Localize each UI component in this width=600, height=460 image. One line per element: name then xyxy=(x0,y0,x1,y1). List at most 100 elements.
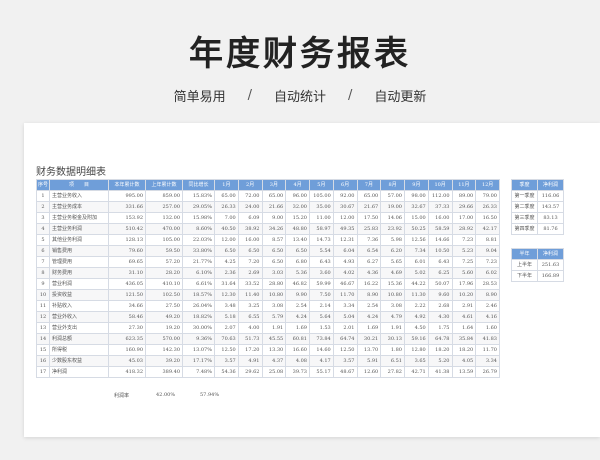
table-cell: 4.50 xyxy=(404,322,429,334)
table-cell: 6.54 xyxy=(356,245,382,257)
table-cell: 65.00 xyxy=(356,190,382,202)
table-cell: 436.05 xyxy=(108,278,146,290)
table-row: 8 财务费用 31.10 28.20 6.10% 2.36 2.69 3.03 5.36 3.60… xyxy=(36,267,500,279)
table-cell: 27.50 xyxy=(145,300,183,312)
table-cell: 5.23 xyxy=(451,245,477,257)
table-cell: 5.54 xyxy=(309,245,334,257)
table-header-row: 序号项 目本年累计数 上年累计数 同比增长 1月 2月 3月 4月 5月 6月 7月 8月 9月 10月… xyxy=(36,179,500,191)
table-cell: 6.01 xyxy=(404,256,429,268)
table-cell: 9.90 xyxy=(285,289,310,301)
table-cell: 96.00 xyxy=(285,190,310,202)
table-cell: 12 xyxy=(36,311,50,323)
table-cell: 4.08 xyxy=(285,355,310,367)
table-cell: 59.16 xyxy=(404,333,429,345)
table-cell: 12.50 xyxy=(214,344,239,356)
table-cell: 59.99 xyxy=(309,278,334,290)
table-cell: 13.30 xyxy=(261,344,287,356)
table-cell: 51.73 xyxy=(237,333,263,345)
column-header: 12月 xyxy=(475,179,500,191)
column-header: 上年累计数 xyxy=(145,179,183,191)
sheet-title: 财务数据明细表 xyxy=(36,167,106,178)
table-cell: 30.00% xyxy=(182,322,215,334)
table-cell: 16 xyxy=(36,355,50,367)
table-cell: 30.67 xyxy=(332,201,358,213)
table-cell: 2.46 xyxy=(475,300,500,312)
table-cell: 57.00 xyxy=(380,190,405,202)
table-cell: 利润总额 xyxy=(49,333,109,345)
table-cell: 4.91 xyxy=(237,355,263,367)
table-cell: 49.20 xyxy=(145,311,183,323)
table-cell: 16.00 xyxy=(237,234,263,246)
table-cell: 9.36% xyxy=(182,333,215,345)
table-cell: 14.06 xyxy=(380,212,405,224)
table-cell: 6.09 xyxy=(237,212,263,224)
table-cell: 166.89 xyxy=(537,270,564,282)
column-header: 8月 xyxy=(380,179,405,191)
table-cell: 2.01 xyxy=(332,322,358,334)
table-row: 11 补贴收入 34.66 27.50 26.04% 3.48 3.25 3.08 2.54 2.… xyxy=(36,300,500,312)
table-cell: 第二季度 xyxy=(511,201,538,213)
table-cell: 营业外支出 xyxy=(49,322,109,334)
table-cell: 3.25 xyxy=(237,300,263,312)
table-cell: 2.69 xyxy=(237,267,263,279)
profit-margin-row: 利润率 42.00% 57.94% xyxy=(36,392,499,402)
page-title: 年度财务报表 xyxy=(189,34,411,74)
table-cell: 3.57 xyxy=(214,355,239,367)
half-year-profit-table: 半年 净利润 上半年 251.63 下半年 166.89 xyxy=(511,248,564,282)
table-cell: 6.61% xyxy=(182,278,215,290)
table-cell: 9.60 xyxy=(427,289,453,301)
table-cell: 8.60% xyxy=(182,223,215,235)
table-row: 1 主营业务收入 995.00 859.00 15.83% 65.00 72.00 65.00… xyxy=(36,190,500,202)
table-cell: 15.98% xyxy=(182,212,215,224)
table-cell: 17.17% xyxy=(182,355,215,367)
table-cell: 9.00 xyxy=(261,212,287,224)
table-cell: 6.43 xyxy=(309,256,334,268)
table-cell: 11.30 xyxy=(404,289,429,301)
table-cell: 32.00 xyxy=(285,201,310,213)
table-cell: 上半年 xyxy=(511,259,538,271)
table-cell: 7 xyxy=(36,256,50,268)
table-cell: 4.24 xyxy=(285,311,310,323)
table-cell: 38.92 xyxy=(237,223,263,235)
table-cell: 13.59 xyxy=(451,366,477,378)
table-cell: 42.71 xyxy=(404,366,429,378)
table-cell: 7.25 xyxy=(451,256,477,268)
table-cell: 其他业务利润 xyxy=(49,234,109,246)
table-cell: 4.69 xyxy=(380,267,405,279)
table-cell: 1.64 xyxy=(451,322,477,334)
table-cell: 65.00 xyxy=(261,190,287,202)
table-cell: 58.59 xyxy=(427,223,453,235)
table-cell: 6.50 xyxy=(214,245,239,257)
table-cell: 少数股东权益 xyxy=(49,355,109,367)
column-header: 6月 xyxy=(332,179,358,191)
table-cell: 5.64 xyxy=(309,311,334,323)
table-cell: 13.40 xyxy=(285,234,310,246)
table-cell: 6.20 xyxy=(380,245,405,257)
table-cell: 4.05 xyxy=(451,355,477,367)
table-cell: 69.65 xyxy=(108,256,146,268)
table-cell: 60.81 xyxy=(285,333,310,345)
table-cell: 12.00 xyxy=(332,212,358,224)
column-header: 序号 xyxy=(36,179,50,191)
table-cell: 17.96 xyxy=(451,278,477,290)
table-cell: 5.91 xyxy=(356,355,382,367)
table-cell: 1.91 xyxy=(380,322,405,334)
spreadsheet-preview: 财务数据明细表 序号项 目本年累计数 上年累计数 同比增长 1月 2月 3月 4月 5月 6月 7… xyxy=(24,123,600,437)
table-cell: 6.10% xyxy=(182,267,215,279)
table-cell: 28.92 xyxy=(451,223,477,235)
table-cell: 8.90 xyxy=(475,289,500,301)
table-cell: 1.53 xyxy=(309,322,334,334)
table-cell: 8.57 xyxy=(261,234,287,246)
profit-margin-current: 42.00% xyxy=(156,392,176,398)
table-row: 第四季度 81.76 xyxy=(511,223,564,235)
table-cell: 37.33 xyxy=(427,201,453,213)
table-cell: 46.82 xyxy=(285,278,310,290)
table-cell: 1.91 xyxy=(261,322,287,334)
table-cell: 5.65 xyxy=(380,256,405,268)
table-cell: 12.80 xyxy=(404,344,429,356)
table-cell: 11.70 xyxy=(475,344,500,356)
table-row: 上半年 251.63 xyxy=(511,259,564,271)
table-cell: 112.00 xyxy=(427,190,453,202)
table-cell: 2.54 xyxy=(285,300,310,312)
table-cell: 5.98 xyxy=(380,234,405,246)
